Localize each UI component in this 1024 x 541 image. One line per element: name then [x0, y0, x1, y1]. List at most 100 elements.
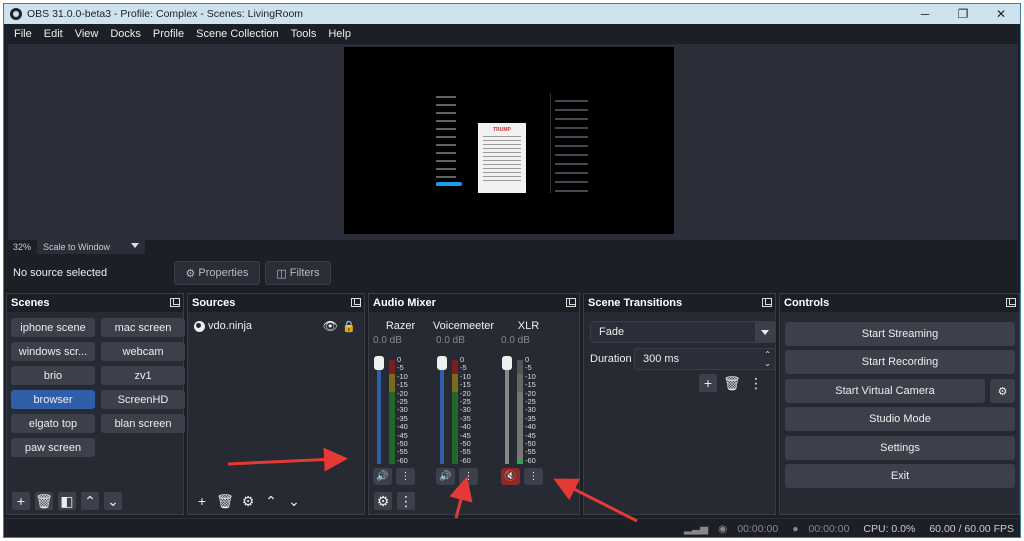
- duration-input[interactable]: 300 ms ⌃ ⌄: [634, 348, 776, 370]
- undock-icon[interactable]: [351, 298, 361, 307]
- start-streaming-button[interactable]: Start Streaming: [785, 322, 1015, 346]
- menu-profile[interactable]: Profile: [147, 28, 190, 40]
- menu-file[interactable]: File: [8, 28, 38, 40]
- move-up-icon[interactable]: ⌃: [81, 492, 99, 510]
- virtual-camera-settings-icon[interactable]: ⚙: [990, 379, 1015, 403]
- browser-source-icon: [194, 320, 205, 332]
- menu-docks[interactable]: Docks: [104, 28, 147, 40]
- scene-item[interactable]: webcam: [101, 342, 185, 361]
- speaker-muted-icon[interactable]: 🔇: [501, 468, 520, 485]
- canvas-post-button: [436, 182, 462, 186]
- properties-button[interactable]: ⚙ Properties: [174, 261, 260, 285]
- spin-arrows-icon[interactable]: ⌃ ⌄: [764, 350, 771, 368]
- preview-canvas[interactable]: TRUMP: [344, 47, 674, 234]
- zoom-mode-select[interactable]: Scale to Window: [37, 240, 146, 254]
- menu-edit[interactable]: Edit: [38, 28, 69, 40]
- title-bar: OBS 31.0.0-beta3 - Profile: Complex - Sc…: [4, 4, 1020, 24]
- scene-transitions-dock: Scene Transitions Fade Duration 300 ms ⌃…: [583, 293, 776, 515]
- no-source-label: No source selected: [13, 267, 108, 279]
- channel-name: Razer: [385, 320, 416, 332]
- exit-button[interactable]: Exit: [785, 464, 1015, 488]
- undock-icon[interactable]: [566, 298, 576, 307]
- maximize-button[interactable]: ❐: [944, 4, 982, 24]
- close-button[interactable]: ✕: [982, 4, 1020, 24]
- undock-icon[interactable]: [762, 298, 772, 307]
- menu-tools[interactable]: Tools: [285, 28, 323, 40]
- window-title: OBS 31.0.0-beta3 - Profile: Complex - Sc…: [27, 8, 304, 20]
- settings-button[interactable]: Settings: [785, 436, 1015, 460]
- scene-item[interactable]: ScreenHD: [101, 390, 185, 409]
- source-item[interactable]: vdo.ninja 👁 🔒: [188, 316, 364, 336]
- scene-item[interactable]: elgato top: [11, 414, 95, 433]
- zoom-percent: 32%: [13, 242, 32, 252]
- obs-window: OBS 31.0.0-beta3 - Profile: Complex - Sc…: [3, 3, 1021, 538]
- mixer-channel-voicemeeter: Voicemeeter 0.0 dB 0 -5 -10 -15 -20 -25 -30 -35…: [432, 314, 495, 485]
- add-source-icon[interactable]: +: [193, 492, 211, 510]
- canvas-article-card: TRUMP: [478, 123, 526, 193]
- add-transition-icon[interactable]: +: [699, 374, 717, 392]
- volume-slider[interactable]: [437, 356, 447, 464]
- duration-label: Duration: [590, 353, 632, 365]
- more-vertical-icon[interactable]: ⋮: [397, 492, 415, 510]
- speaker-icon[interactable]: 🔊: [373, 468, 392, 485]
- mixer-channel-razer: Razer 0.0 dB 0 -5 -10 -15 -20 -25 -30 -35 -40 -45…: [369, 314, 432, 485]
- record-dot-icon: ●: [792, 523, 799, 535]
- studio-mode-button[interactable]: Studio Mode: [785, 407, 1015, 431]
- channel-name: Voicemeeter: [432, 320, 495, 332]
- move-down-icon[interactable]: ⌄: [104, 492, 122, 510]
- scene-item[interactable]: iphone scene: [11, 318, 95, 337]
- move-up-icon[interactable]: ⌃: [262, 492, 280, 510]
- more-vertical-icon[interactable]: ⋮: [459, 468, 478, 485]
- channel-db: 0.0 dB: [373, 335, 402, 346]
- undock-icon[interactable]: [1006, 298, 1016, 307]
- remove-source-icon[interactable]: 🗑: [216, 492, 234, 510]
- cpu-usage: CPU: 0.0%: [863, 523, 916, 535]
- stream-time: 00:00:00: [737, 523, 779, 535]
- scene-item[interactable]: paw screen: [11, 438, 95, 457]
- scene-filters-icon[interactable]: ◧: [58, 492, 76, 510]
- scene-item-active[interactable]: browser: [11, 390, 95, 409]
- more-vertical-icon[interactable]: ⋮: [396, 468, 415, 485]
- move-down-icon[interactable]: ⌄: [285, 492, 303, 510]
- volume-meter: [389, 360, 395, 464]
- remove-scene-icon[interactable]: 🗑: [35, 492, 53, 510]
- remove-transition-icon[interactable]: 🗑: [723, 374, 741, 392]
- scene-item[interactable]: mac screen: [101, 318, 185, 337]
- advanced-audio-gear-icon[interactable]: ⚙: [374, 492, 392, 510]
- scene-item[interactable]: windows scr...: [11, 342, 95, 361]
- visibility-eye-icon[interactable]: 👁: [323, 319, 338, 333]
- transition-select[interactable]: Fade: [590, 321, 776, 343]
- obs-logo-icon: [10, 8, 22, 20]
- chevron-down-icon: [131, 243, 140, 248]
- chevron-down-icon: [755, 322, 775, 342]
- scene-item[interactable]: blan screen: [101, 414, 185, 433]
- more-vertical-icon[interactable]: ⋮: [747, 374, 765, 392]
- sources-dock: Sources vdo.ninja 👁 🔒 + 🗑 ⚙ ⌃ ⌄: [187, 293, 365, 515]
- preview-area[interactable]: TRUMP: [8, 44, 1018, 240]
- filters-button[interactable]: ◫ Filters: [265, 261, 331, 285]
- volume-slider[interactable]: [502, 356, 512, 464]
- status-bar: ▂▃▅ ◉ 00:00:00 ● 00:00:00 CPU: 0.0% 60.0…: [4, 518, 1020, 537]
- menu-scene-collection[interactable]: Scene Collection: [190, 28, 285, 40]
- scene-item[interactable]: brio: [11, 366, 95, 385]
- more-vertical-icon[interactable]: ⋮: [524, 468, 543, 485]
- source-properties-icon[interactable]: ⚙: [239, 492, 257, 510]
- start-recording-button[interactable]: Start Recording: [785, 350, 1015, 374]
- audio-mixer-title: Audio Mixer: [369, 294, 579, 312]
- lock-icon[interactable]: 🔒: [342, 320, 356, 333]
- speaker-icon[interactable]: 🔊: [436, 468, 455, 485]
- meter-ticks: 0 -5 -10 -15 -20 -25 -30 -35 -40 -45 -50 -55 -60: [525, 355, 536, 465]
- undock-icon[interactable]: [170, 298, 180, 307]
- minimize-button[interactable]: ─: [906, 4, 944, 24]
- add-scene-icon[interactable]: +: [12, 492, 30, 510]
- scenes-footer: + 🗑 ◧ ⌃ ⌄: [7, 488, 183, 514]
- meter-ticks: 0 -5 -10 -15 -20 -25 -30 -35 -40 -45 -50 -55 -60: [460, 355, 471, 465]
- record-time: 00:00:00: [808, 523, 850, 535]
- menu-view[interactable]: View: [69, 28, 105, 40]
- volume-slider[interactable]: [374, 356, 384, 464]
- start-virtual-camera-button[interactable]: Start Virtual Camera: [785, 379, 985, 403]
- menu-help[interactable]: Help: [322, 28, 357, 40]
- signal-bars-icon: ▂▃▅: [683, 523, 709, 535]
- gear-icon: ⚙: [185, 267, 196, 280]
- scene-item[interactable]: zv1: [101, 366, 185, 385]
